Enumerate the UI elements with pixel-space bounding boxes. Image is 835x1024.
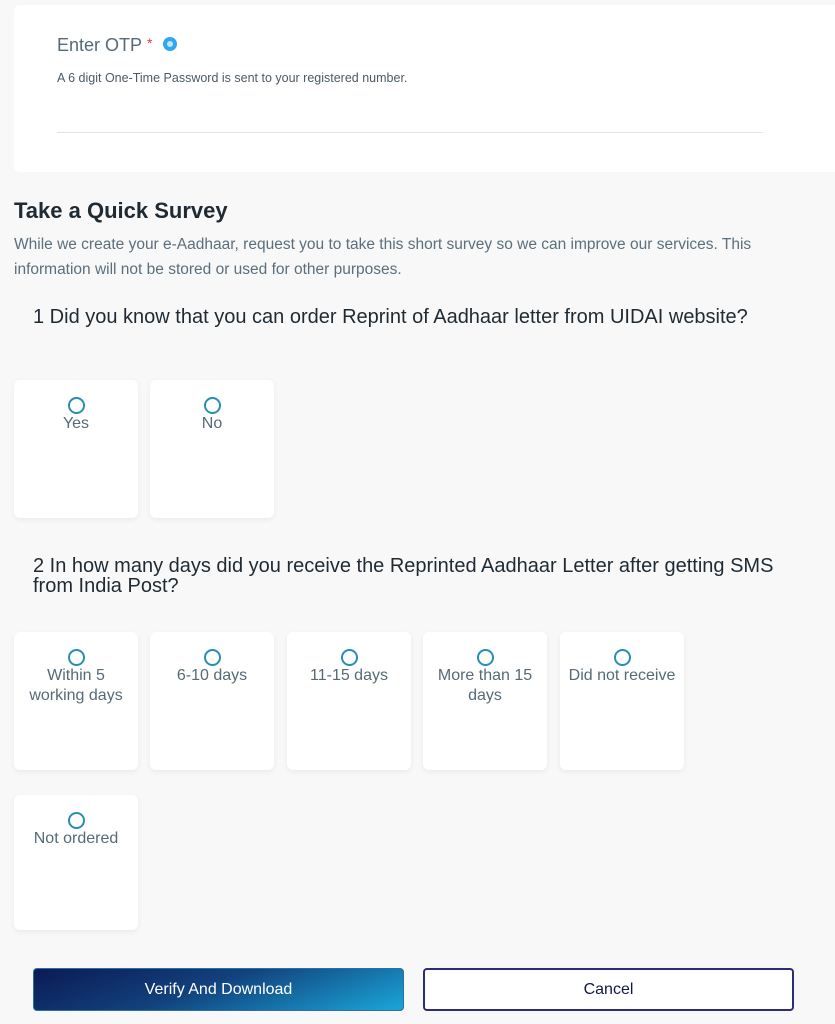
option-card-did-not-receive[interactable]: Did not receive: [560, 632, 684, 770]
option-label: 6-10 days: [176, 667, 248, 684]
survey-description: While we create your e-Aadhaar, request …: [14, 236, 752, 278]
otp-label-text: Enter OTP: [57, 35, 143, 55]
radio-icon[interactable]: [67, 397, 85, 414]
radio-icon[interactable]: [340, 649, 358, 666]
option-card-more-than-15-days[interactable]: More than 15 days: [423, 632, 547, 770]
option-card-within-5-days[interactable]: Within 5 working days: [14, 632, 138, 770]
radio-icon[interactable]: [67, 649, 85, 666]
radio-icon[interactable]: [476, 649, 494, 666]
otp-card: Enter OTP * A 6 digit One-Time Password …: [14, 5, 835, 172]
cancel-button[interactable]: Cancel: [423, 968, 794, 1011]
verify-and-download-button[interactable]: Verify And Download: [33, 968, 404, 1011]
option-label: More than 15 days: [437, 667, 533, 704]
option-label: No: [201, 415, 223, 432]
question-2: 2 In how many days did you receive the R…: [33, 555, 774, 597]
info-icon[interactable]: [163, 36, 178, 51]
question-1: 1 Did you know that you can order Reprin…: [33, 306, 748, 328]
option-card-6-10-days[interactable]: 6-10 days: [150, 632, 274, 770]
option-card-no[interactable]: No: [150, 380, 274, 518]
otp-label: Enter OTP *: [57, 34, 178, 56]
radio-icon[interactable]: [203, 397, 221, 414]
survey-title: Take a Quick Survey: [14, 198, 228, 223]
option-label: Not ordered: [33, 830, 119, 847]
option-label: Yes: [62, 415, 90, 432]
required-marker: *: [147, 34, 153, 51]
option-label: 11-15 days: [310, 667, 388, 684]
option-label: Within 5 working days: [29, 667, 123, 704]
option-card-11-15-days[interactable]: 11-15 days: [287, 632, 411, 770]
otp-input[interactable]: [57, 105, 763, 133]
option-label: Did not receive: [568, 667, 676, 684]
radio-icon[interactable]: [203, 649, 221, 666]
radio-icon[interactable]: [613, 649, 631, 666]
otp-hint: A 6 digit One-Time Password is sent to y…: [57, 71, 408, 85]
radio-icon[interactable]: [67, 812, 85, 829]
option-card-yes[interactable]: Yes: [14, 380, 138, 518]
option-card-not-ordered[interactable]: Not ordered: [14, 795, 138, 930]
